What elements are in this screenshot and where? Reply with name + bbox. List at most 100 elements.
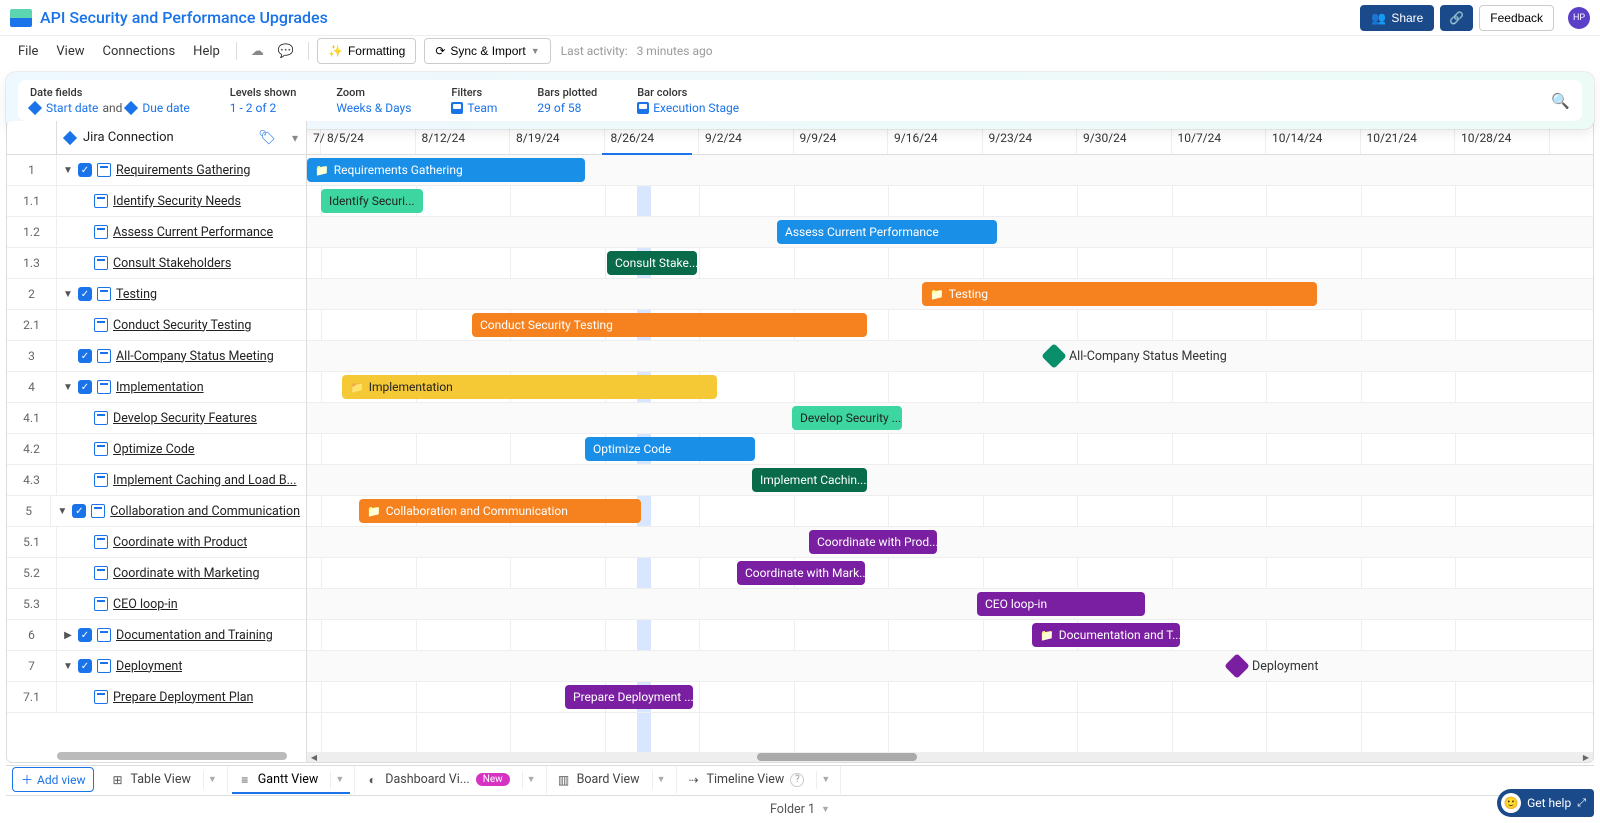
gantt-bar[interactable]: Testing: [922, 282, 1317, 306]
task-name-link[interactable]: Documentation and Training: [116, 628, 273, 643]
config-bar-colors[interactable]: Bar colors Execution Stage: [637, 86, 739, 115]
gantt-bar[interactable]: Identify Securi...: [321, 189, 423, 213]
task-row[interactable]: 1.1Identify Security Needs: [7, 186, 306, 217]
chevron-down-icon[interactable]: ▼: [203, 771, 217, 789]
add-view-button[interactable]: ＋ Add view: [12, 767, 94, 792]
task-name-link[interactable]: Develop Security Features: [113, 411, 257, 426]
gantt-bar[interactable]: Develop Security ...: [792, 406, 902, 430]
config-filters[interactable]: Filters Team: [451, 86, 497, 115]
menu-view[interactable]: View: [48, 40, 92, 63]
checkbox-checked-icon[interactable]: ✓: [78, 380, 92, 394]
task-name-link[interactable]: Identify Security Needs: [113, 194, 241, 209]
view-tab[interactable]: ◐Dashboard Vi...New▼: [355, 766, 546, 794]
gantt-bar[interactable]: CEO loop-in: [977, 592, 1145, 616]
task-row[interactable]: 2.1Conduct Security Testing: [7, 310, 306, 341]
tag-icon[interactable]: 🏷: [258, 130, 276, 146]
task-name-link[interactable]: Assess Current Performance: [113, 225, 273, 240]
gantt-bar[interactable]: Documentation and T...: [1032, 623, 1180, 647]
task-row[interactable]: 5.2Coordinate with Marketing: [7, 558, 306, 589]
task-name-link[interactable]: Collaboration and Communication: [110, 504, 300, 519]
task-row[interactable]: 5.3CEO loop-in: [7, 589, 306, 620]
task-name-link[interactable]: Requirements Gathering: [116, 163, 250, 178]
gantt-milestone[interactable]: All-Company Status Meeting: [1045, 347, 1227, 365]
task-row[interactable]: 3✓All-Company Status Meeting: [7, 341, 306, 372]
gantt-bar[interactable]: Requirements Gathering: [307, 158, 585, 182]
gantt-bar[interactable]: Coordinate with Prod...: [809, 530, 937, 554]
task-row[interactable]: 1.2Assess Current Performance: [7, 217, 306, 248]
caret-down-icon[interactable]: ▼: [63, 661, 73, 672]
timeline-scrollbar[interactable]: ◀ ▶: [307, 752, 1593, 762]
config-bars-plotted[interactable]: Bars plotted 29 of 58: [537, 86, 597, 115]
gantt-bar[interactable]: Consult Stake...: [607, 251, 697, 275]
chevron-down-icon[interactable]: ▾: [292, 131, 298, 145]
horizontal-scrollbar-thumb[interactable]: [57, 752, 287, 760]
config-date-fields[interactable]: Date fields Start date and Due date: [30, 86, 190, 115]
task-row[interactable]: 2▼✓Testing: [7, 279, 306, 310]
chevron-down-icon[interactable]: ▼: [330, 771, 344, 789]
view-tab[interactable]: ⊞Table View▼: [100, 766, 227, 794]
view-tab[interactable]: ≡Gantt View▼: [228, 766, 355, 794]
task-row[interactable]: 1.3Consult Stakeholders: [7, 248, 306, 279]
task-row[interactable]: 6▶✓Documentation and Training: [7, 620, 306, 651]
comment-icon[interactable]: 💬: [272, 40, 300, 63]
scroll-left-icon[interactable]: ◀: [307, 752, 321, 762]
task-name-link[interactable]: Implementation: [116, 380, 204, 395]
caret-down-icon[interactable]: ▼: [63, 165, 73, 176]
task-row[interactable]: 4▼✓Implementation: [7, 372, 306, 403]
gantt-bar[interactable]: Collaboration and Communication: [359, 499, 641, 523]
task-name-link[interactable]: Coordinate with Product: [113, 535, 247, 550]
workbook-title[interactable]: API Security and Performance Upgrades: [40, 8, 1360, 27]
task-row[interactable]: 4.2Optimize Code: [7, 434, 306, 465]
link-button[interactable]: 🔗: [1440, 5, 1473, 31]
get-help-button[interactable]: 🙂 Get help ⤢: [1497, 789, 1594, 817]
caret-down-icon[interactable]: ▼: [63, 382, 73, 393]
task-name-link[interactable]: All-Company Status Meeting: [116, 349, 274, 364]
chevron-down-icon[interactable]: ▼: [821, 804, 830, 815]
task-name-link[interactable]: Coordinate with Marketing: [113, 566, 259, 581]
cloud-icon[interactable]: ☁: [245, 40, 270, 63]
view-tab[interactable]: ⇢Timeline View?▼: [677, 766, 842, 794]
task-row[interactable]: 7.1Prepare Deployment Plan: [7, 682, 306, 713]
chevron-down-icon[interactable]: ▼: [652, 771, 666, 789]
chevron-down-icon[interactable]: ▼: [816, 771, 830, 789]
checkbox-checked-icon[interactable]: ✓: [72, 504, 86, 518]
view-tab[interactable]: ▥Board View▼: [547, 766, 677, 794]
folder-bar[interactable]: Folder 1 ▼: [6, 795, 1594, 823]
task-name-link[interactable]: CEO loop-in: [113, 597, 178, 612]
search-icon[interactable]: 🔍: [1551, 92, 1570, 110]
checkbox-checked-icon[interactable]: ✓: [78, 659, 92, 673]
gantt-bar[interactable]: Implementation: [342, 375, 717, 399]
gantt-bar[interactable]: Assess Current Performance: [777, 220, 997, 244]
timeline-body[interactable]: Requirements Gathering Identify Securi...…: [307, 155, 1593, 762]
task-row[interactable]: 7▼✓Deployment: [7, 651, 306, 682]
task-name-link[interactable]: Deployment: [116, 659, 182, 674]
jira-column-header[interactable]: Jira Connection 🏷 ▾: [57, 121, 306, 154]
formatting-button[interactable]: ✨ Formatting: [317, 38, 416, 64]
gantt-milestone[interactable]: Deployment: [1228, 657, 1318, 675]
task-name-link[interactable]: Conduct Security Testing: [113, 318, 251, 333]
feedback-button[interactable]: Feedback: [1479, 5, 1554, 31]
config-zoom[interactable]: Zoom Weeks & Days: [336, 86, 411, 115]
share-button[interactable]: 👥 Share: [1360, 5, 1434, 31]
expand-icon[interactable]: ⤢: [1577, 796, 1586, 810]
task-row[interactable]: 4.3Implement Caching and Load B...: [7, 465, 306, 496]
checkbox-checked-icon[interactable]: ✓: [78, 287, 92, 301]
task-name-link[interactable]: Implement Caching and Load B...: [113, 473, 297, 488]
task-name-link[interactable]: Prepare Deployment Plan: [113, 690, 253, 705]
task-row[interactable]: 4.1Develop Security Features: [7, 403, 306, 434]
task-name-link[interactable]: Optimize Code: [113, 442, 195, 457]
gantt-bar[interactable]: Prepare Deployment ...: [565, 685, 693, 709]
help-icon[interactable]: ?: [790, 773, 804, 787]
sync-import-button[interactable]: ⟳ Sync & Import ▼: [424, 38, 550, 64]
gantt-bar[interactable]: Coordinate with Mark...: [737, 561, 865, 585]
task-name-link[interactable]: Consult Stakeholders: [113, 256, 231, 271]
task-row[interactable]: 5▼✓Collaboration and Communication: [7, 496, 306, 527]
gantt-bar[interactable]: Implement Cachin...: [752, 468, 867, 492]
caret-down-icon[interactable]: ▼: [57, 506, 67, 517]
task-name-link[interactable]: Testing: [116, 287, 157, 302]
config-levels[interactable]: Levels shown 1 - 2 of 2: [230, 86, 297, 115]
scrollbar-thumb[interactable]: [757, 753, 917, 761]
gantt-bar[interactable]: Conduct Security Testing: [472, 313, 867, 337]
menu-file[interactable]: File: [10, 40, 46, 63]
task-row[interactable]: 1▼✓Requirements Gathering: [7, 155, 306, 186]
